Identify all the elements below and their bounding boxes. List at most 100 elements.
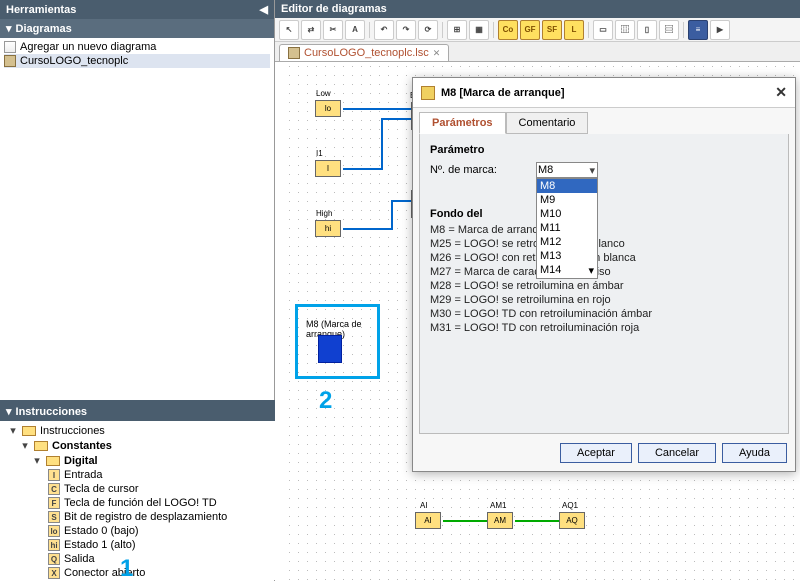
tool-sf[interactable]: SF <box>542 20 562 40</box>
tree-constants[interactable]: ▾ Constantes <box>4 438 271 453</box>
block-top: AI <box>420 501 428 510</box>
block-i1[interactable]: I1 I <box>315 160 341 177</box>
cancel-button[interactable]: Cancelar <box>638 443 716 463</box>
diagram-item-label: CursoLOGO_tecnoplc <box>20 55 128 67</box>
tree-digital[interactable]: ▾ Digital <box>4 453 271 468</box>
close-icon[interactable]: ✕ <box>433 48 441 59</box>
instr-open[interactable]: XConector abierto <box>4 566 271 580</box>
tool-layout[interactable]: ⊞ <box>447 20 467 40</box>
tree-root-label: Instrucciones <box>40 425 105 437</box>
tool-text[interactable]: A <box>345 20 365 40</box>
tool-redo[interactable]: ↷ <box>396 20 416 40</box>
tools-header-text: Herramientas <box>6 4 76 16</box>
instr-label: Estado 0 (bajo) <box>64 525 139 537</box>
badge-icon: X <box>48 567 60 579</box>
folder-icon <box>34 441 48 451</box>
tool-co[interactable]: Co <box>498 20 518 40</box>
tool-grid[interactable]: ▦ <box>469 20 489 40</box>
caret-down-icon: ▾ <box>6 405 12 418</box>
chevron-down-icon: ▾ <box>588 264 594 277</box>
badge-icon: hi <box>48 539 60 551</box>
block-sub: AI <box>420 516 436 525</box>
diagrams-header-text: Diagramas <box>16 23 72 35</box>
diagram-item[interactable]: CursoLOGO_tecnoplc <box>4 54 270 68</box>
wire <box>343 228 393 230</box>
tree-root[interactable]: ▾ Instrucciones <box>4 423 271 438</box>
separator <box>683 22 684 38</box>
dialog-icon <box>421 86 435 100</box>
separator <box>493 22 494 38</box>
file-tab[interactable]: CursoLOGO_tecnoplc.lsc ✕ <box>279 44 449 61</box>
tab-icon <box>288 47 300 59</box>
instr-output[interactable]: QSalida <box>4 552 271 566</box>
instr-tdkey[interactable]: FTecla de función del LOGO! TD <box>4 496 271 510</box>
dropdown-option[interactable]: M14 ▾ <box>537 263 597 278</box>
tool-link[interactable]: ⇄ <box>301 20 321 40</box>
dropdown-option[interactable]: M9 <box>537 193 597 207</box>
block-ai[interactable]: AI AI <box>415 512 441 529</box>
num-marca-dropdown[interactable]: M8 M9 M10 M11 M12 M13 M14 ▾ <box>536 178 598 279</box>
diagrams-header[interactable]: ▾ Diagramas <box>0 19 274 38</box>
tool-gf[interactable]: GF <box>520 20 540 40</box>
tool-page3[interactable]: ▯ <box>637 20 657 40</box>
tab-comentario[interactable]: Comentario <box>506 112 589 134</box>
separator <box>588 22 589 38</box>
tool-refresh[interactable]: ⟳ <box>418 20 438 40</box>
block-am[interactable]: AM1 AM <box>487 512 513 529</box>
folder-icon <box>46 456 60 466</box>
tool-page1[interactable]: ▭ <box>593 20 613 40</box>
tool-cut[interactable]: ✂ <box>323 20 343 40</box>
tool-run[interactable]: ▶ <box>710 20 730 40</box>
instr-shift[interactable]: SBit de registro de desplazamiento <box>4 510 271 524</box>
instr-entrada[interactable]: IEntrada <box>4 468 271 482</box>
tool-sim[interactable]: ≡ <box>688 20 708 40</box>
num-marca-select[interactable]: M8 ▾ <box>536 162 598 178</box>
badge-icon: lo <box>48 525 60 537</box>
instr-high[interactable]: hiEstado 1 (alto) <box>4 538 271 552</box>
wire <box>391 200 411 202</box>
editor-header-text: Editor de diagramas <box>281 3 387 15</box>
block-marca[interactable]: M8 (Marca de arranque) <box>295 304 380 379</box>
block-aq[interactable]: AQ1 AQ <box>559 512 585 529</box>
wire <box>381 118 383 168</box>
tool-undo[interactable]: ↶ <box>374 20 394 40</box>
tool-pointer[interactable]: ↖ <box>279 20 299 40</box>
collapse-icon[interactable]: ◀ <box>260 3 268 16</box>
caret-icon: ▾ <box>20 439 30 452</box>
tool-l[interactable]: L <box>564 20 584 40</box>
badge-icon: Q <box>48 553 60 565</box>
dropdown-option[interactable]: M8 <box>537 179 597 193</box>
badge-icon: S <box>48 511 60 523</box>
tab-parametros[interactable]: Parámetros <box>419 112 506 134</box>
dropdown-option[interactable]: M13 <box>537 249 597 263</box>
tab-label: CursoLOGO_tecnoplc.lsc <box>304 47 429 59</box>
wire <box>443 520 487 522</box>
dropdown-option[interactable]: M11 <box>537 221 597 235</box>
dialog-tabs: Parámetros Comentario <box>413 108 795 134</box>
editor-header: Editor de diagramas <box>275 0 800 18</box>
block-marca-core <box>318 335 342 363</box>
dropdown-option[interactable]: M12 <box>537 235 597 249</box>
close-icon[interactable]: ✕ <box>775 84 787 101</box>
block-title: High <box>316 209 332 218</box>
folder-icon <box>22 426 36 436</box>
dialog-title-bar[interactable]: M8 [Marca de arranque] ✕ <box>413 78 795 108</box>
tool-page4[interactable]: ⿳ <box>659 20 679 40</box>
block-low[interactable]: Low lo <box>315 100 341 117</box>
group-fondo: Fondo del <box>430 208 483 220</box>
block-high[interactable]: High hi <box>315 220 341 237</box>
dropdown-option-label: M14 <box>540 264 561 277</box>
accept-button[interactable]: Aceptar <box>560 443 632 463</box>
help-button[interactable]: Ayuda <box>722 443 787 463</box>
tool-page2[interactable]: ⿲ <box>615 20 635 40</box>
add-diagram[interactable]: Agregar un nuevo diagrama <box>4 40 270 54</box>
caret-icon: ▾ <box>8 424 18 437</box>
instr-low[interactable]: lo Estado 0 (bajo) <box>4 524 271 538</box>
separator <box>442 22 443 38</box>
section-param: Parámetro <box>430 144 778 156</box>
instr-cursor[interactable]: CTecla de cursor <box>4 482 271 496</box>
constants-label: Constantes <box>52 440 112 452</box>
block-title: Low <box>316 89 331 98</box>
dropdown-option[interactable]: M10 <box>537 207 597 221</box>
instructions-header[interactable]: ▾ Instrucciones <box>0 402 275 421</box>
